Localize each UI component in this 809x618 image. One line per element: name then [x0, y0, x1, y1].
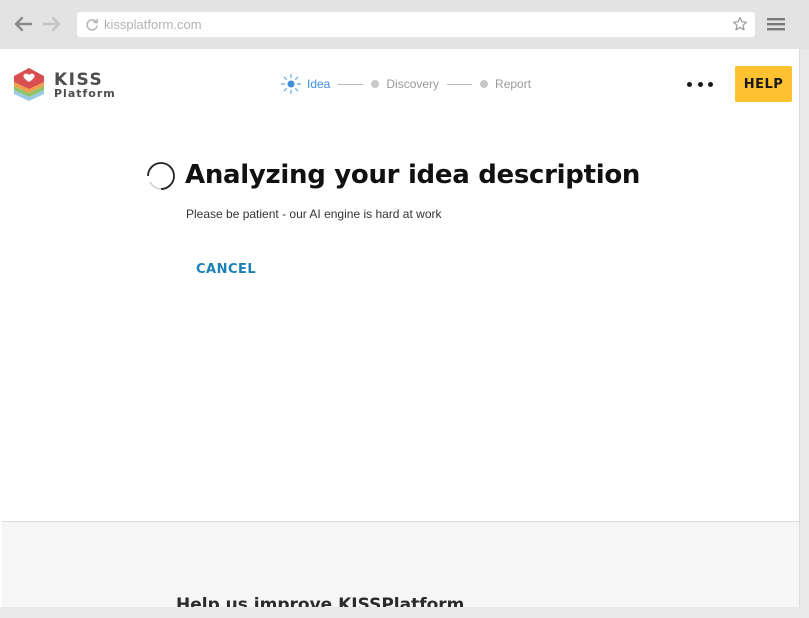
- step-connector: [338, 83, 364, 85]
- step-connector: [447, 83, 473, 85]
- arrow-right-icon: [42, 16, 61, 32]
- scrollbar[interactable]: [799, 49, 809, 618]
- loading-spinner-icon: [146, 162, 175, 191]
- address-bar[interactable]: kissplatform.com: [77, 12, 755, 37]
- step-dot-icon: [371, 80, 380, 88]
- back-button[interactable]: [11, 12, 35, 36]
- step-report[interactable]: Report: [495, 77, 531, 91]
- feedback-section: Help us improve KISSPlatform: [2, 521, 799, 607]
- progress-steps: Idea Discovery Report: [280, 73, 531, 95]
- step-idea[interactable]: Idea: [307, 77, 330, 91]
- hamburger-icon[interactable]: [766, 16, 786, 32]
- help-button[interactable]: HELP: [735, 66, 792, 102]
- feedback-heading: Help us improve KISSPlatform: [176, 595, 465, 607]
- step-discovery[interactable]: Discovery: [386, 77, 439, 91]
- step-active-icon: [280, 73, 302, 95]
- more-dots-icon: [708, 81, 713, 87]
- more-dots-icon: [687, 81, 692, 87]
- star-icon[interactable]: [732, 16, 748, 32]
- logo-text-platform: Platform: [54, 87, 116, 100]
- page-title: Analyzing your idea description: [185, 160, 641, 190]
- more-dots-icon: [697, 81, 703, 87]
- kiss-logo-icon[interactable]: [12, 66, 56, 106]
- step-dot-icon: [480, 80, 489, 88]
- forward-button[interactable]: [40, 12, 64, 36]
- window-bottom-edge: [0, 607, 809, 618]
- arrow-left-icon: [14, 16, 33, 32]
- url-text: kissplatform.com: [104, 17, 202, 32]
- reload-icon[interactable]: [85, 18, 99, 32]
- status-message: Please be patient - our AI engine is har…: [186, 207, 442, 221]
- more-options-button[interactable]: [684, 75, 716, 93]
- cancel-button[interactable]: CANCEL: [196, 262, 256, 277]
- browser-toolbar: kissplatform.com: [0, 0, 809, 49]
